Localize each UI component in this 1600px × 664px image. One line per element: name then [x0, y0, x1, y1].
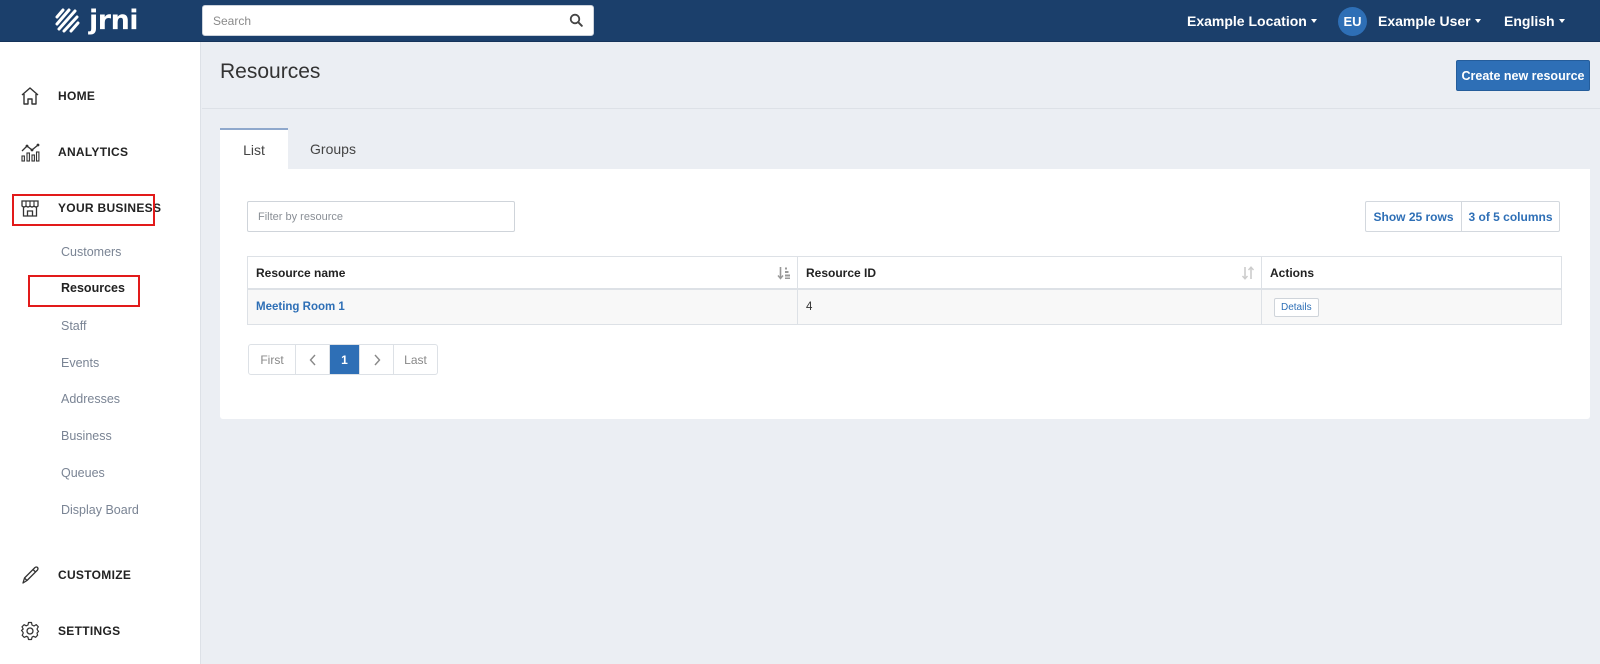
sidebar-subitem-events[interactable]: Events — [61, 356, 99, 370]
language-label: English — [1504, 13, 1555, 29]
show-rows-button[interactable]: Show 25 rows — [1366, 202, 1461, 231]
cell-resource-name: Meeting Room 1 — [248, 290, 798, 324]
pagination-first-button[interactable]: First — [249, 345, 295, 374]
details-button[interactable]: Details — [1274, 297, 1319, 317]
column-header-resource-id[interactable]: Resource ID — [798, 257, 1262, 290]
column-header-label: Resource ID — [806, 265, 877, 280]
chevron-left-icon — [309, 354, 316, 365]
table-options-group: Show 25 rows 3 of 5 columns — [1365, 201, 1560, 232]
user-avatar: EU — [1338, 6, 1367, 36]
filter-field — [247, 201, 515, 232]
sidebar-subitem-customers[interactable]: Customers — [61, 245, 121, 259]
page-header: Resources Create new resource — [202, 42, 1600, 109]
tab-list[interactable]: List — [220, 128, 288, 170]
table-row: Meeting Room 1 4 Details — [248, 290, 1561, 324]
cell-resource-id: 4 — [798, 290, 1262, 324]
global-search — [202, 5, 594, 36]
sidebar-item-label: YOUR BUSINESS — [58, 201, 162, 215]
column-header-label: Actions — [1270, 265, 1315, 280]
sidebar-item-label: CUSTOMIZE — [58, 568, 132, 582]
view-tabs: List Groups — [220, 128, 378, 170]
column-header-actions: Actions — [1262, 257, 1561, 290]
sidebar-subitem-queues[interactable]: Queues — [61, 466, 105, 480]
sidebar-item-label: ANALYTICS — [58, 145, 129, 159]
top-navigation-bar: jrni Example Location EU Example User En… — [0, 0, 1600, 42]
resources-list-panel: Show 25 rows 3 of 5 columns Resource nam… — [220, 169, 1590, 419]
cell-actions: Details — [1262, 290, 1561, 324]
sidebar-subitem-addresses[interactable]: Addresses — [61, 392, 120, 406]
sort-icon[interactable] — [1241, 266, 1255, 280]
caret-down-icon — [1558, 19, 1565, 23]
resource-name-link[interactable]: Meeting Room 1 — [256, 301, 345, 313]
pagination-prev-button[interactable] — [295, 345, 329, 374]
user-name: Example User — [1378, 13, 1471, 29]
gear-icon — [20, 621, 40, 641]
table-header-row: Resource name Resource ID Actions — [248, 257, 1561, 290]
pencil-icon — [22, 566, 39, 584]
pagination: First 1 Last — [248, 344, 438, 375]
sidebar-subitem-resources[interactable]: Resources — [61, 281, 125, 295]
caret-down-icon — [1310, 19, 1317, 23]
jrni-logo[interactable]: jrni — [54, 5, 139, 37]
storefront-icon — [21, 200, 39, 217]
pagination-next-button[interactable] — [359, 345, 393, 374]
column-header-resource-name[interactable]: Resource name — [248, 257, 798, 290]
page-title: Resources — [220, 60, 321, 83]
sidebar-item-label: SETTINGS — [58, 624, 121, 638]
logo-mark-icon — [55, 8, 80, 33]
location-label: Example Location — [1187, 13, 1307, 29]
logo-text: jrni — [89, 5, 139, 36]
search-input[interactable] — [203, 6, 553, 35]
column-header-label: Resource name — [256, 265, 346, 280]
sidebar-subitem-business[interactable]: Business — [61, 429, 112, 443]
sidebar-subitem-staff[interactable]: Staff — [61, 319, 86, 333]
analytics-icon — [21, 143, 40, 162]
sidebar-subitem-display-board[interactable]: Display Board — [61, 503, 139, 517]
language-dropdown[interactable]: English — [1504, 0, 1565, 42]
caret-down-icon — [1474, 19, 1481, 23]
pagination-last-button[interactable]: Last — [393, 345, 437, 374]
sort-ascending-icon[interactable] — [777, 266, 791, 280]
location-dropdown[interactable]: Example Location — [1187, 0, 1317, 42]
search-icon[interactable] — [569, 13, 583, 27]
create-new-resource-button[interactable]: Create new resource — [1456, 60, 1590, 91]
resources-table: Resource name Resource ID Actions Meetin… — [247, 256, 1562, 325]
home-icon — [21, 87, 39, 105]
user-menu-dropdown[interactable]: EU Example User — [1338, 0, 1481, 42]
sidebar-item-label: HOME — [58, 89, 96, 103]
filter-by-resource-input[interactable] — [248, 202, 514, 231]
tab-groups[interactable]: Groups — [288, 128, 378, 170]
pagination-page-1[interactable]: 1 — [329, 345, 359, 374]
sidebar: HOME ANALYTICS YOUR BUSINESS Customers R… — [0, 42, 201, 664]
columns-button[interactable]: 3 of 5 columns — [1461, 202, 1559, 231]
chevron-right-icon — [373, 354, 380, 365]
